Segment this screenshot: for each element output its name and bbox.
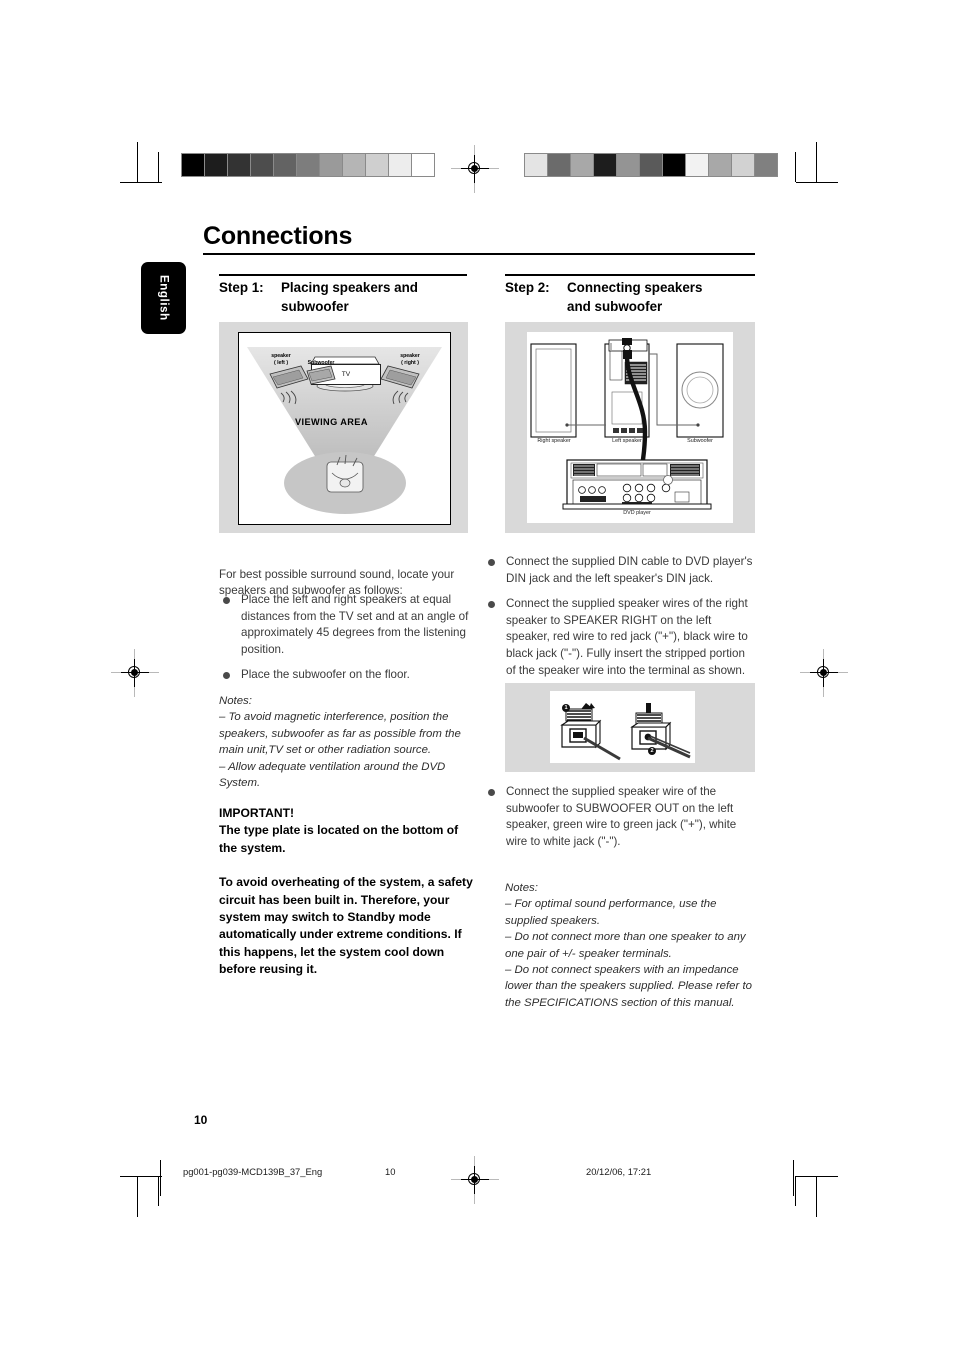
right-notes: Notes: – For optimal sound performance, …	[505, 880, 755, 1011]
footer-rule-left	[160, 1160, 162, 1196]
left-note-2: – Allow adequate ventilation around the …	[219, 760, 446, 790]
list-item: Connect the supplied speaker wire of the…	[484, 784, 757, 850]
registration-target-bottom	[451, 1156, 499, 1204]
important-line-2: To avoid overheating of the system, a sa…	[219, 875, 473, 977]
page-number: 10	[194, 1113, 208, 1127]
right-bullet-1: Connect the supplied DIN cable to DVD pl…	[506, 555, 753, 585]
right-bullet-2: Connect the supplied speaker wires of th…	[506, 597, 748, 677]
terminal-step-2-marker: 2	[648, 747, 656, 755]
step1-title-line1: Placing speakers and	[281, 280, 418, 295]
left-bullet-list: Place the left and right speakers at equ…	[219, 592, 471, 693]
list-item: Connect the supplied DIN cable to DVD pl…	[484, 554, 757, 587]
footer-page: 10	[385, 1166, 396, 1177]
right-notes-heading: Notes:	[505, 882, 538, 894]
left-notes-heading: Notes:	[219, 695, 252, 707]
footer-timestamp: 20/12/06, 17:21	[586, 1166, 652, 1177]
step2-label: Step 2:	[505, 280, 550, 295]
crop-mark-bottom-left-v	[137, 1176, 139, 1217]
registration-target-top	[451, 145, 499, 193]
label-dvd-player: DVD player	[623, 510, 651, 516]
list-item: Place the left and right speakers at equ…	[219, 592, 471, 658]
registration-target-right	[800, 649, 848, 697]
title-underline	[203, 253, 755, 256]
step1-heading: Step 1: Placing speakers and subwoofer	[219, 278, 469, 316]
crop-mark-top-right-v	[816, 142, 818, 183]
step2-heading: Step 2: Connecting speakers and subwoofe…	[505, 278, 757, 316]
right-note-3: – Do not connect speakers with an impeda…	[505, 964, 752, 1009]
footer-filename: pg001-pg039-MCD139B_37_Eng	[183, 1166, 323, 1177]
crop-mark-bottom-left-h	[120, 1176, 162, 1178]
step2-title-line2: and subwoofer	[567, 299, 663, 314]
grayscale-bar-left	[181, 153, 435, 177]
crop-mark-bottom-right-v	[816, 1176, 818, 1217]
bullet-icon	[223, 597, 230, 604]
figure-connection-diagram: Right speaker Left speaker Subwoofer DVD…	[505, 322, 755, 533]
list-item: Place the subwoofer on the floor.	[219, 667, 471, 684]
footer-rule-right	[793, 1160, 795, 1196]
left-notes: Notes: – To avoid magnetic interference,…	[219, 693, 469, 791]
bullet-icon	[223, 672, 230, 680]
step1-rule	[219, 274, 467, 276]
step1-label: Step 1:	[219, 280, 264, 295]
right-bullet-list-bottom: Connect the supplied speaker wire of the…	[484, 784, 757, 859]
important-line-1: The type plate is located on the bottom …	[219, 823, 459, 855]
left-important-block: IMPORTANT! The type plate is located on …	[219, 805, 473, 979]
left-bullet-2: Place the subwoofer on the floor.	[241, 668, 410, 682]
terminal-step-1-marker: 1	[562, 704, 570, 712]
right-bullet-list-top: Connect the supplied DIN cable to DVD pl…	[484, 554, 757, 688]
label-right-speaker: Right speaker	[537, 438, 571, 444]
crop-mark-top-left-h	[120, 182, 162, 184]
bullet-icon	[488, 559, 495, 566]
bullet-icon	[488, 601, 495, 609]
registration-target-left	[111, 649, 159, 697]
figure-speaker-placement: TV speaker ( left ) Subwoofer speaker (…	[219, 322, 468, 533]
step2-rule	[505, 274, 755, 276]
grayscale-bar-right	[524, 153, 778, 177]
left-note-1: – To avoid magnetic interference, positi…	[219, 711, 461, 757]
page-title: Connections	[203, 222, 353, 250]
crop-mark-top-left-inner-v	[158, 152, 160, 182]
step2-title-line1: Connecting speakers	[567, 280, 703, 295]
language-tab: English	[141, 262, 186, 334]
right-bullet-3: Connect the supplied speaker wire of the…	[506, 785, 737, 848]
label-subwoofer-cabinet: Subwoofer	[687, 438, 713, 444]
bullet-icon	[488, 789, 495, 796]
list-item: Connect the supplied speaker wires of th…	[484, 596, 757, 679]
label-left-speaker: Left speaker	[612, 438, 642, 444]
left-bullet-1: Place the left and right speakers at equ…	[241, 593, 469, 656]
important-heading: IMPORTANT!	[219, 806, 295, 820]
crop-mark-bottom-right-inner-v	[795, 1176, 797, 1206]
right-note-2: – Do not connect more than one speaker t…	[505, 931, 746, 960]
figure-terminal-detail: 1 2	[505, 683, 755, 772]
right-note-1: – For optimal sound performance, use the…	[505, 898, 717, 927]
language-tab-label: English	[157, 275, 170, 321]
crop-mark-top-left-v	[137, 142, 139, 183]
step1-title-line2: subwoofer	[281, 299, 349, 314]
crop-mark-top-right-inner-v	[795, 152, 797, 182]
